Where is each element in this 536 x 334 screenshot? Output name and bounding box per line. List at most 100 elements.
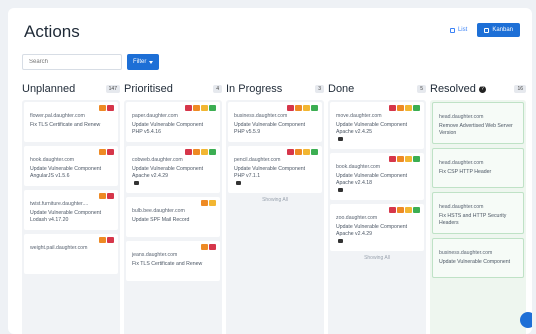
severity-badges: [287, 149, 318, 155]
card-text: Update Vulnerable Component Apache v2.4.…: [132, 166, 204, 179]
view-toggle: List Kanban: [446, 23, 520, 37]
card-host: twist.furniture.daughter....: [30, 201, 89, 207]
badge-orange: [397, 105, 404, 111]
comment-icon: [134, 180, 139, 185]
action-card[interactable]: twist.furniture.daughter.... Update Vuln…: [24, 190, 118, 230]
card-text: Update Vulnerable Component PHP v7.1.1: [234, 166, 306, 179]
card-host: paper.daughter.com: [132, 113, 178, 119]
action-card[interactable]: weight.pail.daughter.com: [24, 234, 118, 274]
column-title-text: Resolved: [430, 83, 476, 95]
card-text: Remove Advertised Web Server Version: [439, 123, 513, 136]
card-host: head.daughter.com: [439, 114, 484, 120]
severity-badges: [185, 105, 216, 111]
help-icon[interactable]: ?: [478, 85, 486, 93]
action-card[interactable]: book.daughter.com Update Vulnerable Comp…: [330, 153, 424, 200]
card-host: head.daughter.com: [439, 160, 484, 166]
column-done: Done 5 move.daughter.com Update Vulnerab…: [328, 82, 426, 334]
page-title: Actions: [24, 22, 80, 41]
comment-icon: [338, 238, 343, 243]
badge-green: [413, 156, 420, 162]
action-card[interactable]: paper.daughter.com Update Vulnerable Com…: [126, 102, 220, 142]
actions-page: Actions List Kanban Filter Unplanned 147…: [8, 8, 532, 334]
severity-badges: [389, 156, 420, 162]
severity-badges: [185, 149, 216, 155]
action-card[interactable]: head.daughter.com Fix HSTS and HTTP Secu…: [432, 192, 524, 234]
action-card[interactable]: zoo.daughter.com Update Vulnerable Compo…: [330, 204, 424, 251]
badge-orange: [201, 244, 208, 250]
column-title: Prioritised: [124, 83, 173, 95]
card-text: Update Vulnerable Component Apache v2.4.…: [336, 122, 408, 135]
badge-red: [287, 149, 294, 155]
badge-red: [389, 105, 396, 111]
card-host: head.daughter.com: [439, 204, 484, 210]
card-host: jeans.daughter.com: [132, 252, 178, 258]
badge-green: [311, 149, 318, 155]
card-text: Fix TLS Certificate and Renew: [30, 122, 101, 128]
search-box[interactable]: [22, 54, 122, 70]
column-count: 16: [514, 85, 526, 93]
badge-red: [107, 105, 114, 111]
list-view-label: List: [457, 27, 468, 33]
column-count: 3: [315, 85, 324, 93]
badge-red: [389, 207, 396, 213]
column-title: Unplanned: [22, 83, 76, 95]
card-text: Update Vulnerable Component AngularJS v1…: [30, 166, 102, 179]
action-card[interactable]: move.daughter.com Update Vulnerable Comp…: [330, 102, 424, 149]
badge-yellow: [209, 200, 216, 206]
showing-all-label: Showing All: [262, 197, 288, 203]
action-card[interactable]: bulb.bee.daughter.com Update SPF Mail Re…: [126, 197, 220, 237]
card-host: pencil.daughter.com: [234, 157, 281, 163]
column-title: Done: [328, 83, 355, 95]
badge-yellow: [405, 156, 412, 162]
card-text: Update Vulnerable Component Lodash v4.17…: [30, 210, 102, 223]
card-text: Fix CSP HTTP Header: [439, 169, 492, 175]
list-icon: [449, 27, 455, 33]
badge-orange: [295, 105, 302, 111]
action-card[interactable]: cobweb.daughter.com Update Vulnerable Co…: [126, 146, 220, 193]
badge-orange: [99, 149, 106, 155]
badge-green: [311, 105, 318, 111]
severity-badges: [201, 244, 216, 250]
list-view-button[interactable]: List: [446, 24, 471, 36]
badge-green: [413, 207, 420, 213]
chat-button[interactable]: [520, 312, 532, 328]
badge-yellow: [303, 149, 310, 155]
search-input[interactable]: [29, 59, 115, 65]
badge-red: [107, 193, 114, 199]
card-text: Update Vulnerable Component PHP v5.5.9: [234, 122, 306, 135]
action-card[interactable]: business.daughter.com Update Vulnerable …: [432, 238, 524, 278]
severity-badges: [99, 237, 114, 243]
action-card[interactable]: flower.pal.daughter.com Fix TLS Certific…: [24, 102, 118, 142]
card-host: hook.daughter.com: [30, 157, 75, 163]
filter-button[interactable]: Filter: [127, 54, 160, 70]
badge-yellow: [201, 105, 208, 111]
card-host: move.daughter.com: [336, 113, 382, 119]
card-host: book.daughter.com: [336, 164, 381, 170]
action-card[interactable]: head.daughter.com Remove Advertised Web …: [432, 102, 524, 144]
severity-badges: [389, 105, 420, 111]
column-resolved: Resolved? 16 head.daughter.com Remove Ad…: [430, 82, 526, 334]
badge-orange: [193, 105, 200, 111]
kanban-view-button[interactable]: Kanban: [477, 23, 520, 37]
column-title: In Progress: [226, 83, 283, 95]
column-count: 4: [213, 85, 222, 93]
action-card[interactable]: head.daughter.com Fix CSP HTTP Header: [432, 148, 524, 188]
badge-red: [389, 156, 396, 162]
card-host: business.daughter.com: [439, 250, 493, 256]
card-text: Fix TLS Certificate and Renew: [132, 261, 203, 267]
action-card[interactable]: hook.daughter.com Update Vulnerable Comp…: [24, 146, 118, 186]
column-prioritised: Prioritised 4 paper.daughter.com Update …: [124, 82, 222, 334]
badge-green: [209, 149, 216, 155]
showing-all-label: Showing All: [364, 255, 390, 261]
severity-badges: [201, 200, 216, 206]
badge-orange: [99, 105, 106, 111]
action-card[interactable]: pencil.daughter.com Update Vulnerable Co…: [228, 146, 322, 193]
column-count: 5: [417, 85, 426, 93]
action-card[interactable]: jeans.daughter.com Fix TLS Certificate a…: [126, 241, 220, 281]
column-title: Resolved?: [430, 83, 486, 95]
badge-yellow: [303, 105, 310, 111]
chevron-down-icon: [149, 60, 154, 64]
badge-red: [107, 237, 114, 243]
action-card[interactable]: business.daughter.com Update Vulnerable …: [228, 102, 322, 142]
card-text: Update SPF Mail Record: [132, 217, 190, 223]
